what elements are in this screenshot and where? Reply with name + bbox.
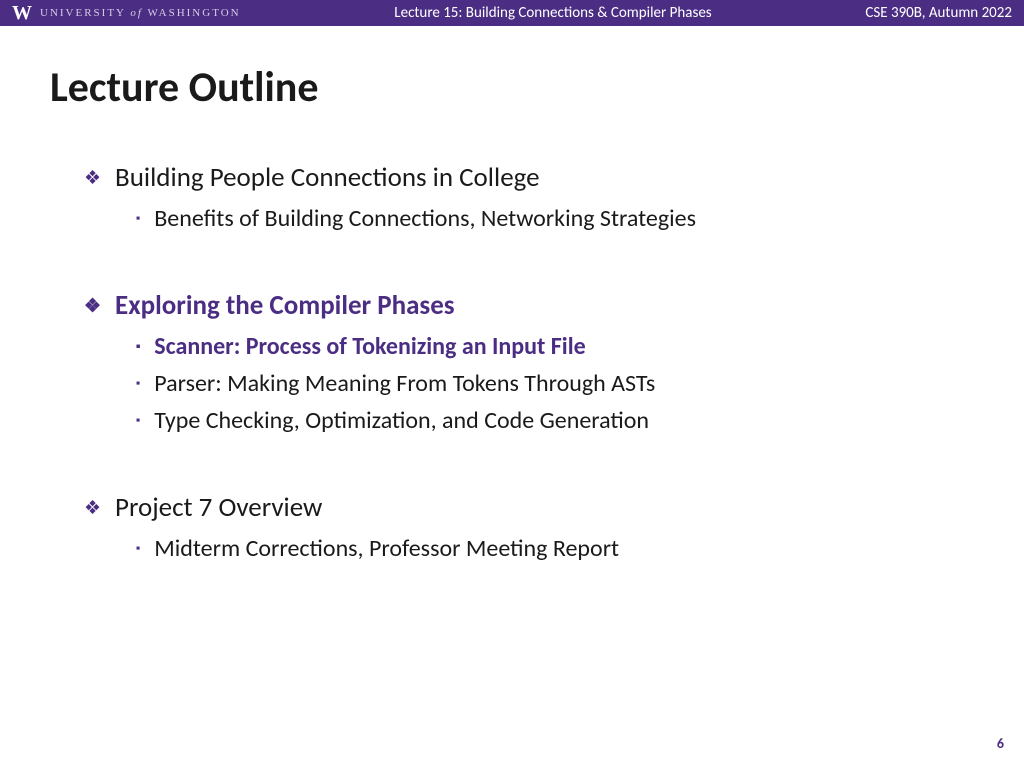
- outline-heading-text: Building People Connections in College: [115, 161, 540, 194]
- outline-heading: ❖ Project 7 Overview: [50, 491, 974, 524]
- outline-subitem-text: Parser: Making Meaning From Tokens Throu…: [154, 369, 655, 398]
- square-bullet-icon: ▪: [136, 415, 140, 427]
- slide-title: Lecture Outline: [50, 62, 974, 113]
- header-bar: W UNIVERSITY of WASHINGTON Lecture 15: B…: [0, 0, 1024, 26]
- page-number: 6: [997, 735, 1004, 752]
- outline-subitem-text: Type Checking, Optimization, and Code Ge…: [154, 406, 649, 435]
- square-bullet-icon: ▪: [136, 543, 140, 555]
- uw-logo-icon: W: [12, 3, 32, 23]
- outline-subitem: ▪ Midterm Corrections, Professor Meeting…: [50, 534, 974, 563]
- square-bullet-icon: ▪: [136, 213, 140, 225]
- outline-heading-text: Project 7 Overview: [115, 491, 322, 524]
- outline-subitem-text: Scanner: Process of Tokenizing an Input …: [154, 332, 585, 361]
- university-of: of: [130, 7, 143, 19]
- square-bullet-icon: ▪: [136, 341, 140, 353]
- outline-section-3: ❖ Project 7 Overview ▪ Midterm Correctio…: [50, 491, 974, 563]
- course-label: CSE 390B, Autumn 2022: [865, 4, 1012, 22]
- outline-heading: ❖ Building People Connections in College: [50, 161, 974, 194]
- university-pre: UNIVERSITY: [40, 7, 126, 19]
- outline-subitem-text: Benefits of Building Connections, Networ…: [154, 204, 696, 233]
- outline-subitem: ▪ Benefits of Building Connections, Netw…: [50, 204, 974, 233]
- university-name: UNIVERSITY of WASHINGTON: [40, 7, 241, 19]
- outline-heading: ❖ Exploring the Compiler Phases: [50, 289, 974, 322]
- outline-section-2: ❖ Exploring the Compiler Phases ▪ Scanne…: [50, 289, 974, 435]
- square-bullet-icon: ▪: [136, 378, 140, 390]
- outline-heading-text: Exploring the Compiler Phases: [115, 289, 455, 322]
- diamond-bullet-icon: ❖: [84, 169, 101, 188]
- diamond-bullet-icon: ❖: [84, 297, 101, 316]
- university-post: WASHINGTON: [147, 7, 240, 19]
- outline-subitem: ▪ Type Checking, Optimization, and Code …: [50, 406, 974, 435]
- diamond-bullet-icon: ❖: [84, 499, 101, 518]
- outline-subitem: ▪ Parser: Making Meaning From Tokens Thr…: [50, 369, 974, 398]
- lecture-title: Lecture 15: Building Connections & Compi…: [241, 4, 866, 22]
- outline-section-1: ❖ Building People Connections in College…: [50, 161, 974, 233]
- outline-subitem-text: Midterm Corrections, Professor Meeting R…: [154, 534, 619, 563]
- slide-content: Lecture Outline ❖ Building People Connec…: [0, 26, 1024, 563]
- header-left: W UNIVERSITY of WASHINGTON: [12, 3, 241, 23]
- outline-subitem: ▪ Scanner: Process of Tokenizing an Inpu…: [50, 332, 974, 361]
